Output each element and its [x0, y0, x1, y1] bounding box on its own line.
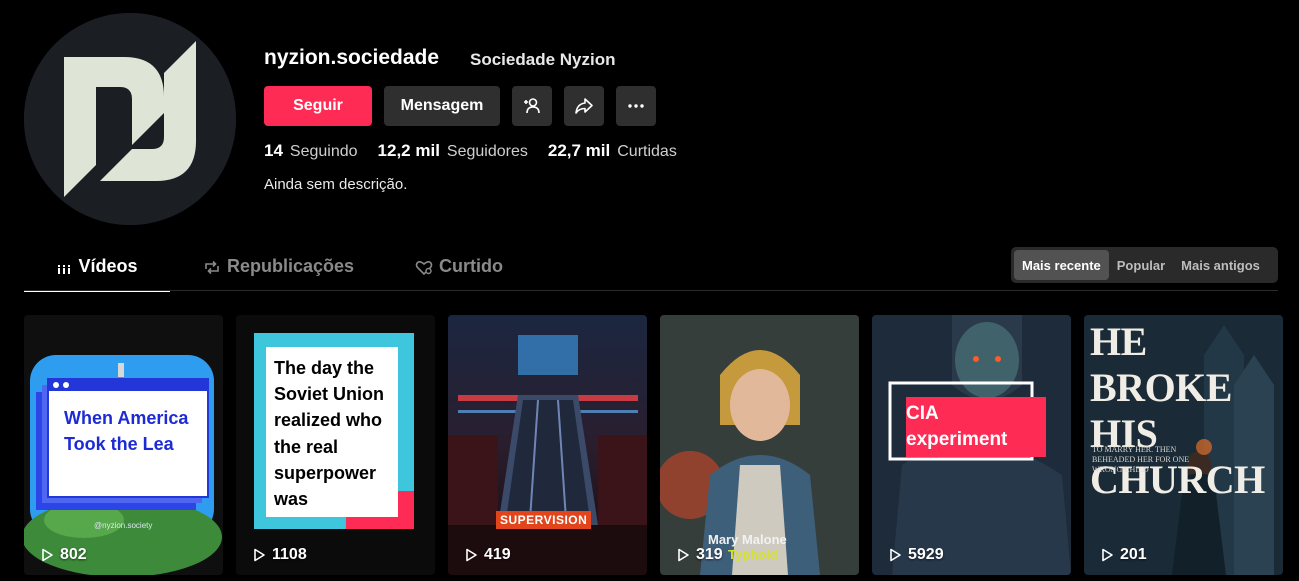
video-1-view-count: 802: [60, 546, 87, 563]
video-grid: When America Took the Lea @nyzion.societ…: [24, 315, 1283, 575]
video-6-title: HE BROKE HIS CHURCH: [1090, 319, 1265, 502]
video-6-subtitle: TO MARRY HER. THEN BEHEADED HER FOR ONE …: [1092, 445, 1190, 474]
share-icon: [575, 98, 593, 114]
video-card[interactable]: The day the Soviet Union realized who th…: [236, 315, 435, 575]
play-icon: [42, 548, 53, 562]
video-thumbnail: [448, 315, 647, 575]
video-6-view-count: 201: [1120, 546, 1147, 563]
nyzion-logo: [24, 13, 236, 225]
message-button[interactable]: Mensagem: [384, 86, 500, 126]
profile-stats: 14 Seguindo 12,2 mil Seguidores 22,7 mil…: [264, 141, 697, 161]
video-card[interactable]: CIA experiment 5929: [872, 315, 1071, 575]
video-card[interactable]: When America Took the Lea @nyzion.societ…: [24, 315, 223, 575]
following-label: Seguindo: [289, 143, 358, 160]
grid-icon: [58, 263, 71, 274]
video-6-views: 201: [1100, 546, 1147, 564]
video-5-text: CIA experiment: [906, 403, 1008, 450]
stat-likes: 22,7 mil Curtidas: [548, 141, 677, 161]
share-button[interactable]: [564, 86, 604, 126]
video-1-text: When America Took the Lea: [64, 408, 189, 454]
video-1-views: 802: [40, 546, 87, 564]
more-options-button[interactable]: [616, 86, 656, 126]
more-icon: [628, 104, 644, 108]
video-card[interactable]: HE BROKE HIS CHURCH TO MARRY HER. THEN B…: [1084, 315, 1283, 575]
tab-videos[interactable]: Vídeos: [24, 256, 170, 292]
bio: Ainda sem descrição.: [264, 176, 408, 193]
following-count: 14: [264, 141, 283, 160]
video-5-views: 5929: [888, 546, 944, 564]
sort-latest[interactable]: Mais recente: [1014, 250, 1109, 280]
play-icon: [466, 548, 477, 562]
video-2-view-count: 1108: [272, 546, 307, 563]
nickname: Sociedade Nyzion: [470, 50, 616, 69]
video-3-views: 419: [464, 546, 511, 564]
video-2-views: 1108: [252, 546, 307, 564]
tabs-divider: [24, 290, 1278, 291]
repost-icon: [205, 260, 219, 275]
profile-avatar[interactable]: [24, 13, 236, 225]
play-icon: [1102, 548, 1113, 562]
tab-liked-label: Curtido: [439, 256, 503, 276]
video-4-view-count: 319: [696, 546, 723, 563]
likes-label: Curtidas: [617, 143, 677, 160]
video-4-views: 319: [676, 546, 723, 564]
sort-selector: Mais recente Popular Mais antigos: [1011, 247, 1278, 283]
likes-count: 22,7 mil: [547, 141, 611, 160]
play-icon: [678, 548, 689, 562]
tab-videos-label: Vídeos: [78, 256, 138, 276]
followers-label: Seguidores: [446, 143, 528, 160]
sort-popular[interactable]: Popular: [1109, 250, 1173, 280]
followers-count: 12,2 mil: [377, 141, 440, 160]
video-5-view-count: 5929: [908, 546, 944, 563]
tab-reposts[interactable]: Republicações: [203, 256, 354, 290]
stat-following[interactable]: 14 Seguindo: [264, 141, 358, 161]
video-3-label: SUPERVISION: [496, 511, 592, 529]
video-4-subtitle: Typhoid: [728, 547, 778, 562]
video-4-name: Mary Malone: [708, 532, 787, 547]
heart-icon: [415, 260, 433, 276]
video-card[interactable]: Mary Malone Typhoid 319: [660, 315, 859, 575]
video-card[interactable]: SUPERVISION 419: [448, 315, 647, 575]
follow-button[interactable]: Seguir: [264, 86, 372, 126]
username: nyzion.sociedade: [264, 46, 440, 69]
play-icon: [254, 548, 265, 562]
add-user-icon: [524, 98, 540, 114]
video-3-view-count: 419: [484, 546, 511, 563]
tab-reposts-label: Republicações: [227, 256, 355, 276]
tab-liked[interactable]: Curtido: [415, 256, 503, 290]
video-2-text: The day the Soviet Union realized who th…: [274, 358, 385, 510]
play-icon: [890, 548, 901, 562]
stat-followers[interactable]: 12,2 mil Seguidores: [378, 141, 528, 161]
sort-oldest[interactable]: Mais antigos: [1173, 250, 1268, 280]
video-1-watermark: @nyzion.society: [94, 521, 153, 530]
add-friend-button[interactable]: [512, 86, 552, 126]
